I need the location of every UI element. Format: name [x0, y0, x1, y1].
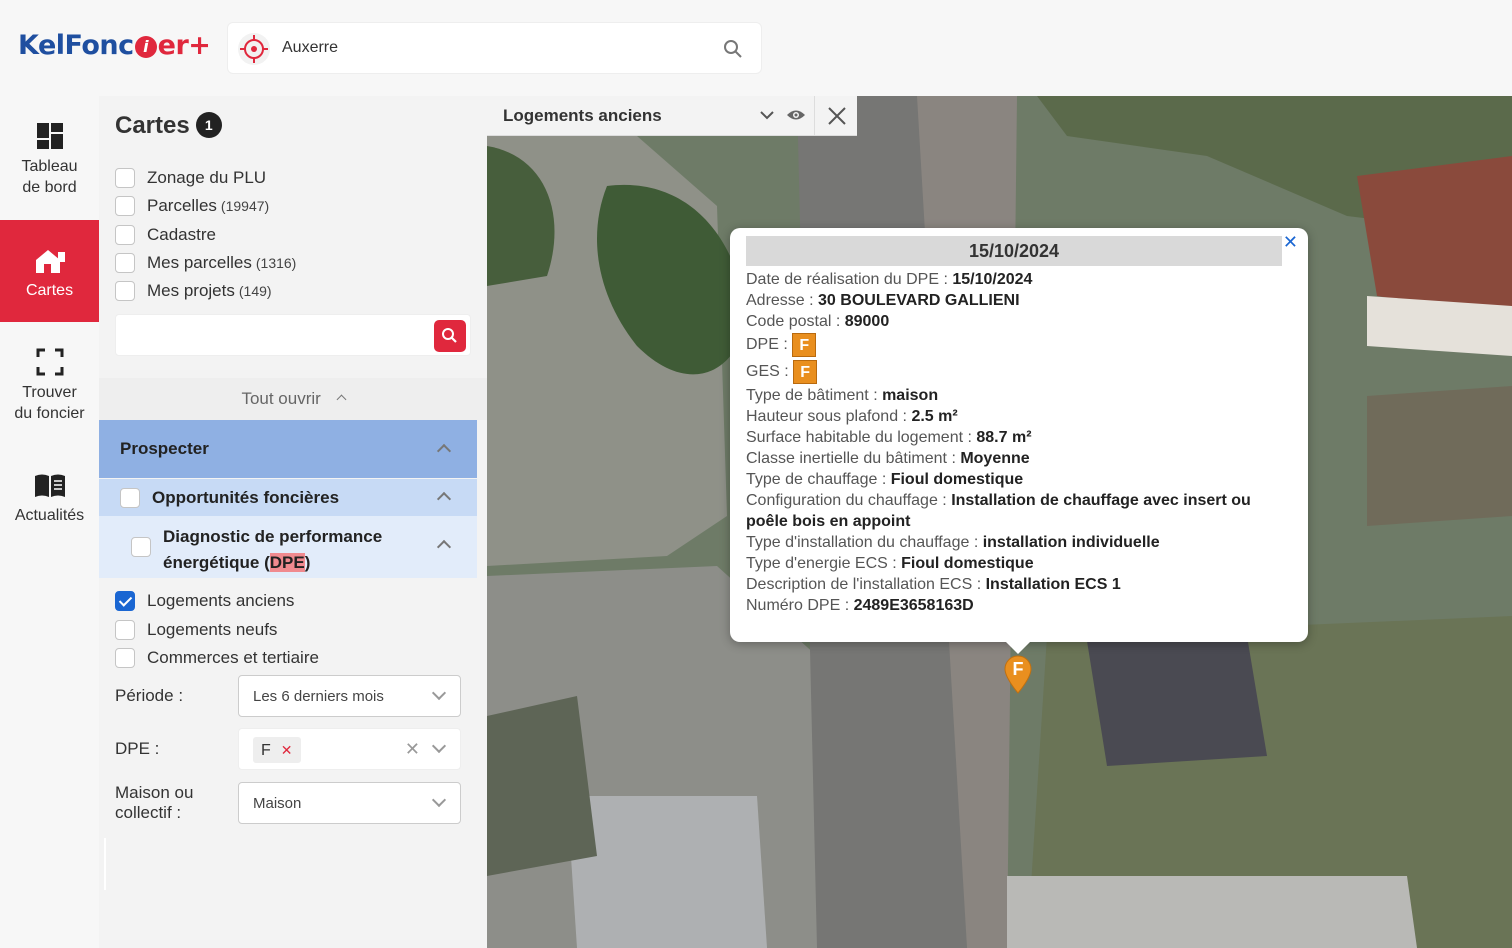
popup-row: Date de réalisation du DPE : 15/10/2024 [746, 271, 1033, 288]
checkbox-checked[interactable] [115, 591, 135, 611]
popup-row: Code postal : 89000 [746, 313, 890, 330]
remove-tag-icon[interactable]: ✕ [281, 742, 293, 758]
layer-parcelles[interactable]: Parcelles (19947) [115, 196, 269, 216]
checkbox[interactable] [115, 196, 135, 216]
maison-collectif-label: Maison ou collectif : [115, 783, 194, 822]
checkbox[interactable] [115, 281, 135, 301]
popup-row: Adresse : 30 BOULEVARD GALLIENI [746, 292, 1020, 309]
popup-row: Type de chauffage : Fioul domestique [746, 471, 1024, 488]
chevron-down-icon [431, 792, 447, 808]
popup-row: Type de bâtiment : maison [746, 387, 939, 404]
checkbox[interactable] [115, 225, 135, 245]
search-icon [442, 328, 457, 343]
count-badge: 1 [195, 112, 222, 138]
nav-tableau-de-bord[interactable]: Tableau de bord [0, 122, 99, 200]
close-layer-button[interactable] [814, 96, 857, 136]
filter-search-button[interactable] [434, 320, 466, 352]
ges-grade-badge: F [793, 360, 818, 384]
book-icon [34, 474, 65, 497]
popup-row: Hauteur sous plafond : 2.5 m² [746, 408, 958, 425]
layers-panel: Cartes 1 Zonage du PLU Parcelles (19947) C… [99, 96, 487, 948]
maison-collectif-select[interactable]: Maison [238, 782, 461, 824]
active-layer-bar: Logements anciens [487, 96, 857, 136]
nav-actualites[interactable]: Actualités [0, 473, 99, 529]
dpe-map-marker[interactable]: F [1003, 654, 1033, 694]
layer-mes-projets[interactable]: Mes projets (149) [115, 281, 272, 301]
checkbox[interactable] [115, 648, 135, 668]
popup-row: DPE : F [746, 333, 1291, 357]
chevron-up-icon[interactable] [436, 539, 452, 555]
nav-cartes[interactable]: Cartes [0, 220, 99, 322]
eye-icon[interactable] [786, 108, 806, 122]
popup-row: Surface habitable du logement : 88.7 m² [746, 429, 1032, 446]
chevron-up-icon [336, 394, 346, 405]
search-icon[interactable] [723, 39, 743, 59]
chevron-up-icon[interactable] [436, 443, 452, 459]
periode-select[interactable]: Les 6 derniers mois [238, 675, 461, 717]
geolocate-target-icon[interactable] [238, 33, 270, 65]
dpe-multiselect[interactable]: F ✕ ✕ [238, 728, 461, 770]
popup-row: GES : F [746, 360, 1291, 384]
layer-mes-parcelles[interactable]: Mes parcelles (1316) [115, 253, 296, 273]
chevron-up-icon[interactable] [436, 491, 452, 507]
chevron-down-icon [431, 685, 447, 701]
panel-title: Cartes 1 [115, 112, 222, 140]
home-map-icon [35, 250, 65, 273]
marker-label: F [1012, 659, 1024, 679]
popup-row: Type d'installation du chauffage : insta… [746, 534, 1160, 551]
dpe-info-popup: 15/10/2024 ✕ Date de réalisation du DPE … [730, 228, 1308, 654]
dpe-tag[interactable]: F ✕ [253, 737, 301, 763]
app-logo[interactable]: KelFonc i er+ [18, 30, 211, 61]
popup-row: Description de l'installation ECS : Inst… [746, 576, 1121, 593]
layer-cadastre[interactable]: Cadastre [115, 225, 216, 245]
location-search-box[interactable]: Auxerre [227, 22, 762, 74]
checkbox[interactable] [115, 620, 135, 640]
open-all-toggle[interactable]: Tout ouvrir [99, 378, 487, 420]
chevron-down-icon[interactable] [760, 110, 774, 120]
popup-close-icon[interactable]: ✕ [1283, 232, 1298, 253]
layer-commerces-tertiaire[interactable]: Commerces et tertiaire [115, 648, 319, 668]
checkbox[interactable] [131, 537, 151, 557]
top-bar: KelFonc i er+ Auxerre [0, 0, 1512, 96]
popup-title: 15/10/2024 [746, 236, 1282, 266]
clear-icon[interactable]: ✕ [405, 739, 420, 760]
logo-i-dot: i [134, 36, 157, 58]
chevron-down-icon[interactable] [431, 738, 447, 754]
section-dpe[interactable]: Diagnostic de performance énergétique (DP… [99, 516, 477, 578]
dpe-grade-badge: F [792, 333, 817, 357]
section-prospecter[interactable]: Prospecter [99, 420, 477, 478]
popup-row: Numéro DPE : 2489E3658163D [746, 597, 974, 614]
scrollbar-thumb[interactable] [104, 838, 106, 890]
focus-frame-icon [36, 348, 63, 376]
active-layer-name: Logements anciens [503, 106, 662, 125]
popup-row: Configuration du chauffage : Installatio… [746, 492, 1251, 530]
checkbox[interactable] [115, 253, 135, 273]
checkbox[interactable] [120, 488, 140, 508]
satellite-map[interactable]: Logements anciens 15/10/2024 ✕ Date de r… [487, 96, 1512, 948]
location-search-input[interactable]: Auxerre [282, 39, 338, 57]
popup-row: Classe inertielle du bâtiment : Moyenne [746, 450, 1030, 467]
layer-zonage-plu[interactable]: Zonage du PLU [115, 168, 266, 188]
dpe-filter-label: DPE : [115, 739, 160, 758]
checkbox[interactable] [115, 168, 135, 188]
popup-row: Type d'energie ECS : Fioul domestique [746, 555, 1034, 572]
left-nav-rail: Tableau de bord Cartes Trouver du foncier … [0, 96, 99, 948]
layer-logements-neufs[interactable]: Logements neufs [115, 620, 277, 640]
section-opportunites-foncieres[interactable]: Opportunités foncières [99, 479, 477, 516]
close-icon [828, 107, 846, 125]
dpe-highlight: DPE [269, 553, 305, 572]
dashboard-icon [36, 123, 63, 149]
layer-logements-anciens[interactable]: Logements anciens [115, 591, 294, 611]
nav-trouver-du-foncier[interactable]: Trouver du foncier [0, 348, 99, 428]
periode-label: Période : [115, 686, 184, 705]
layer-filter-input[interactable] [115, 314, 471, 356]
